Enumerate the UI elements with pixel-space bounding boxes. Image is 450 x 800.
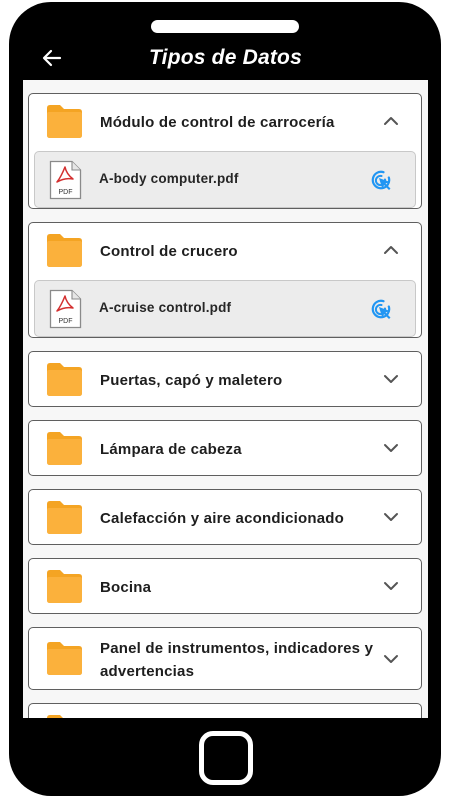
category-card: Módulo de control de carrocería PDF A-bo… bbox=[28, 93, 422, 209]
category-label: Bocina bbox=[100, 578, 152, 596]
category-card bbox=[28, 703, 422, 718]
pdf-file-icon: PDF bbox=[49, 160, 82, 200]
category-label: Puertas, capó y maletero bbox=[100, 371, 283, 389]
file-row[interactable]: PDF A-body computer.pdf bbox=[34, 151, 416, 208]
category-card: Bocina bbox=[28, 558, 422, 614]
category-label: Lámpara de cabeza bbox=[100, 440, 242, 458]
chevron-down-icon[interactable] bbox=[383, 653, 399, 665]
folder-icon bbox=[47, 234, 82, 267]
app-bar: Tipos de Datos bbox=[23, 36, 428, 80]
category-header[interactable] bbox=[29, 704, 421, 718]
category-label: Control de crucero bbox=[100, 242, 238, 260]
open-file-icon[interactable] bbox=[369, 297, 393, 321]
folder-icon bbox=[47, 570, 82, 603]
folder-icon bbox=[47, 105, 82, 138]
folder-icon bbox=[47, 501, 82, 534]
chevron-down-icon[interactable] bbox=[383, 442, 399, 454]
chevron-up-icon[interactable] bbox=[383, 115, 399, 127]
category-label: Panel de instrumentos, indicadores y adv… bbox=[100, 639, 374, 680]
arrow-left-icon bbox=[42, 49, 62, 67]
folder-icon bbox=[47, 363, 82, 396]
category-card: Control de crucero PDF A-cruise control.… bbox=[28, 222, 422, 338]
category-header[interactable]: Bocina bbox=[29, 559, 421, 615]
category-header[interactable]: Panel de instrumentos, indicadores y adv… bbox=[29, 628, 421, 691]
folder-icon bbox=[47, 715, 63, 718]
phone-speaker bbox=[151, 20, 299, 33]
svg-text:PDF: PDF bbox=[59, 318, 73, 325]
home-button[interactable] bbox=[199, 731, 253, 785]
file-row[interactable]: PDF A-cruise control.pdf bbox=[34, 280, 416, 337]
category-header[interactable]: Puertas, capó y maletero bbox=[29, 352, 421, 408]
chevron-down-icon[interactable] bbox=[383, 511, 399, 523]
folder-icon bbox=[47, 642, 82, 675]
category-list-screen[interactable]: Módulo de control de carrocería PDF A-bo… bbox=[23, 80, 428, 718]
category-header[interactable]: Control de crucero bbox=[29, 223, 421, 279]
file-name: A-cruise control.pdf bbox=[99, 300, 232, 315]
page-title: Tipos de Datos bbox=[149, 46, 302, 69]
category-header[interactable]: Módulo de control de carrocería bbox=[29, 94, 421, 150]
category-header[interactable]: Calefacción y aire acondicionado bbox=[29, 490, 421, 546]
chevron-down-icon[interactable] bbox=[383, 373, 399, 385]
category-card: Puertas, capó y maletero bbox=[28, 351, 422, 407]
category-card: Panel de instrumentos, indicadores y adv… bbox=[28, 627, 422, 690]
back-button[interactable] bbox=[37, 43, 67, 73]
chevron-up-icon[interactable] bbox=[383, 244, 399, 256]
category-header[interactable]: Lámpara de cabeza bbox=[29, 421, 421, 477]
pdf-file-icon: PDF bbox=[49, 289, 82, 329]
chevron-down-icon[interactable] bbox=[383, 580, 399, 592]
category-card: Calefacción y aire acondicionado bbox=[28, 489, 422, 545]
category-label: Módulo de control de carrocería bbox=[100, 113, 335, 131]
file-name: A-body computer.pdf bbox=[99, 171, 239, 186]
category-card: Lámpara de cabeza bbox=[28, 420, 422, 476]
open-file-icon[interactable] bbox=[369, 168, 393, 192]
category-label: Calefacción y aire acondicionado bbox=[100, 509, 344, 527]
svg-text:PDF: PDF bbox=[59, 189, 73, 196]
folder-icon bbox=[47, 432, 82, 465]
